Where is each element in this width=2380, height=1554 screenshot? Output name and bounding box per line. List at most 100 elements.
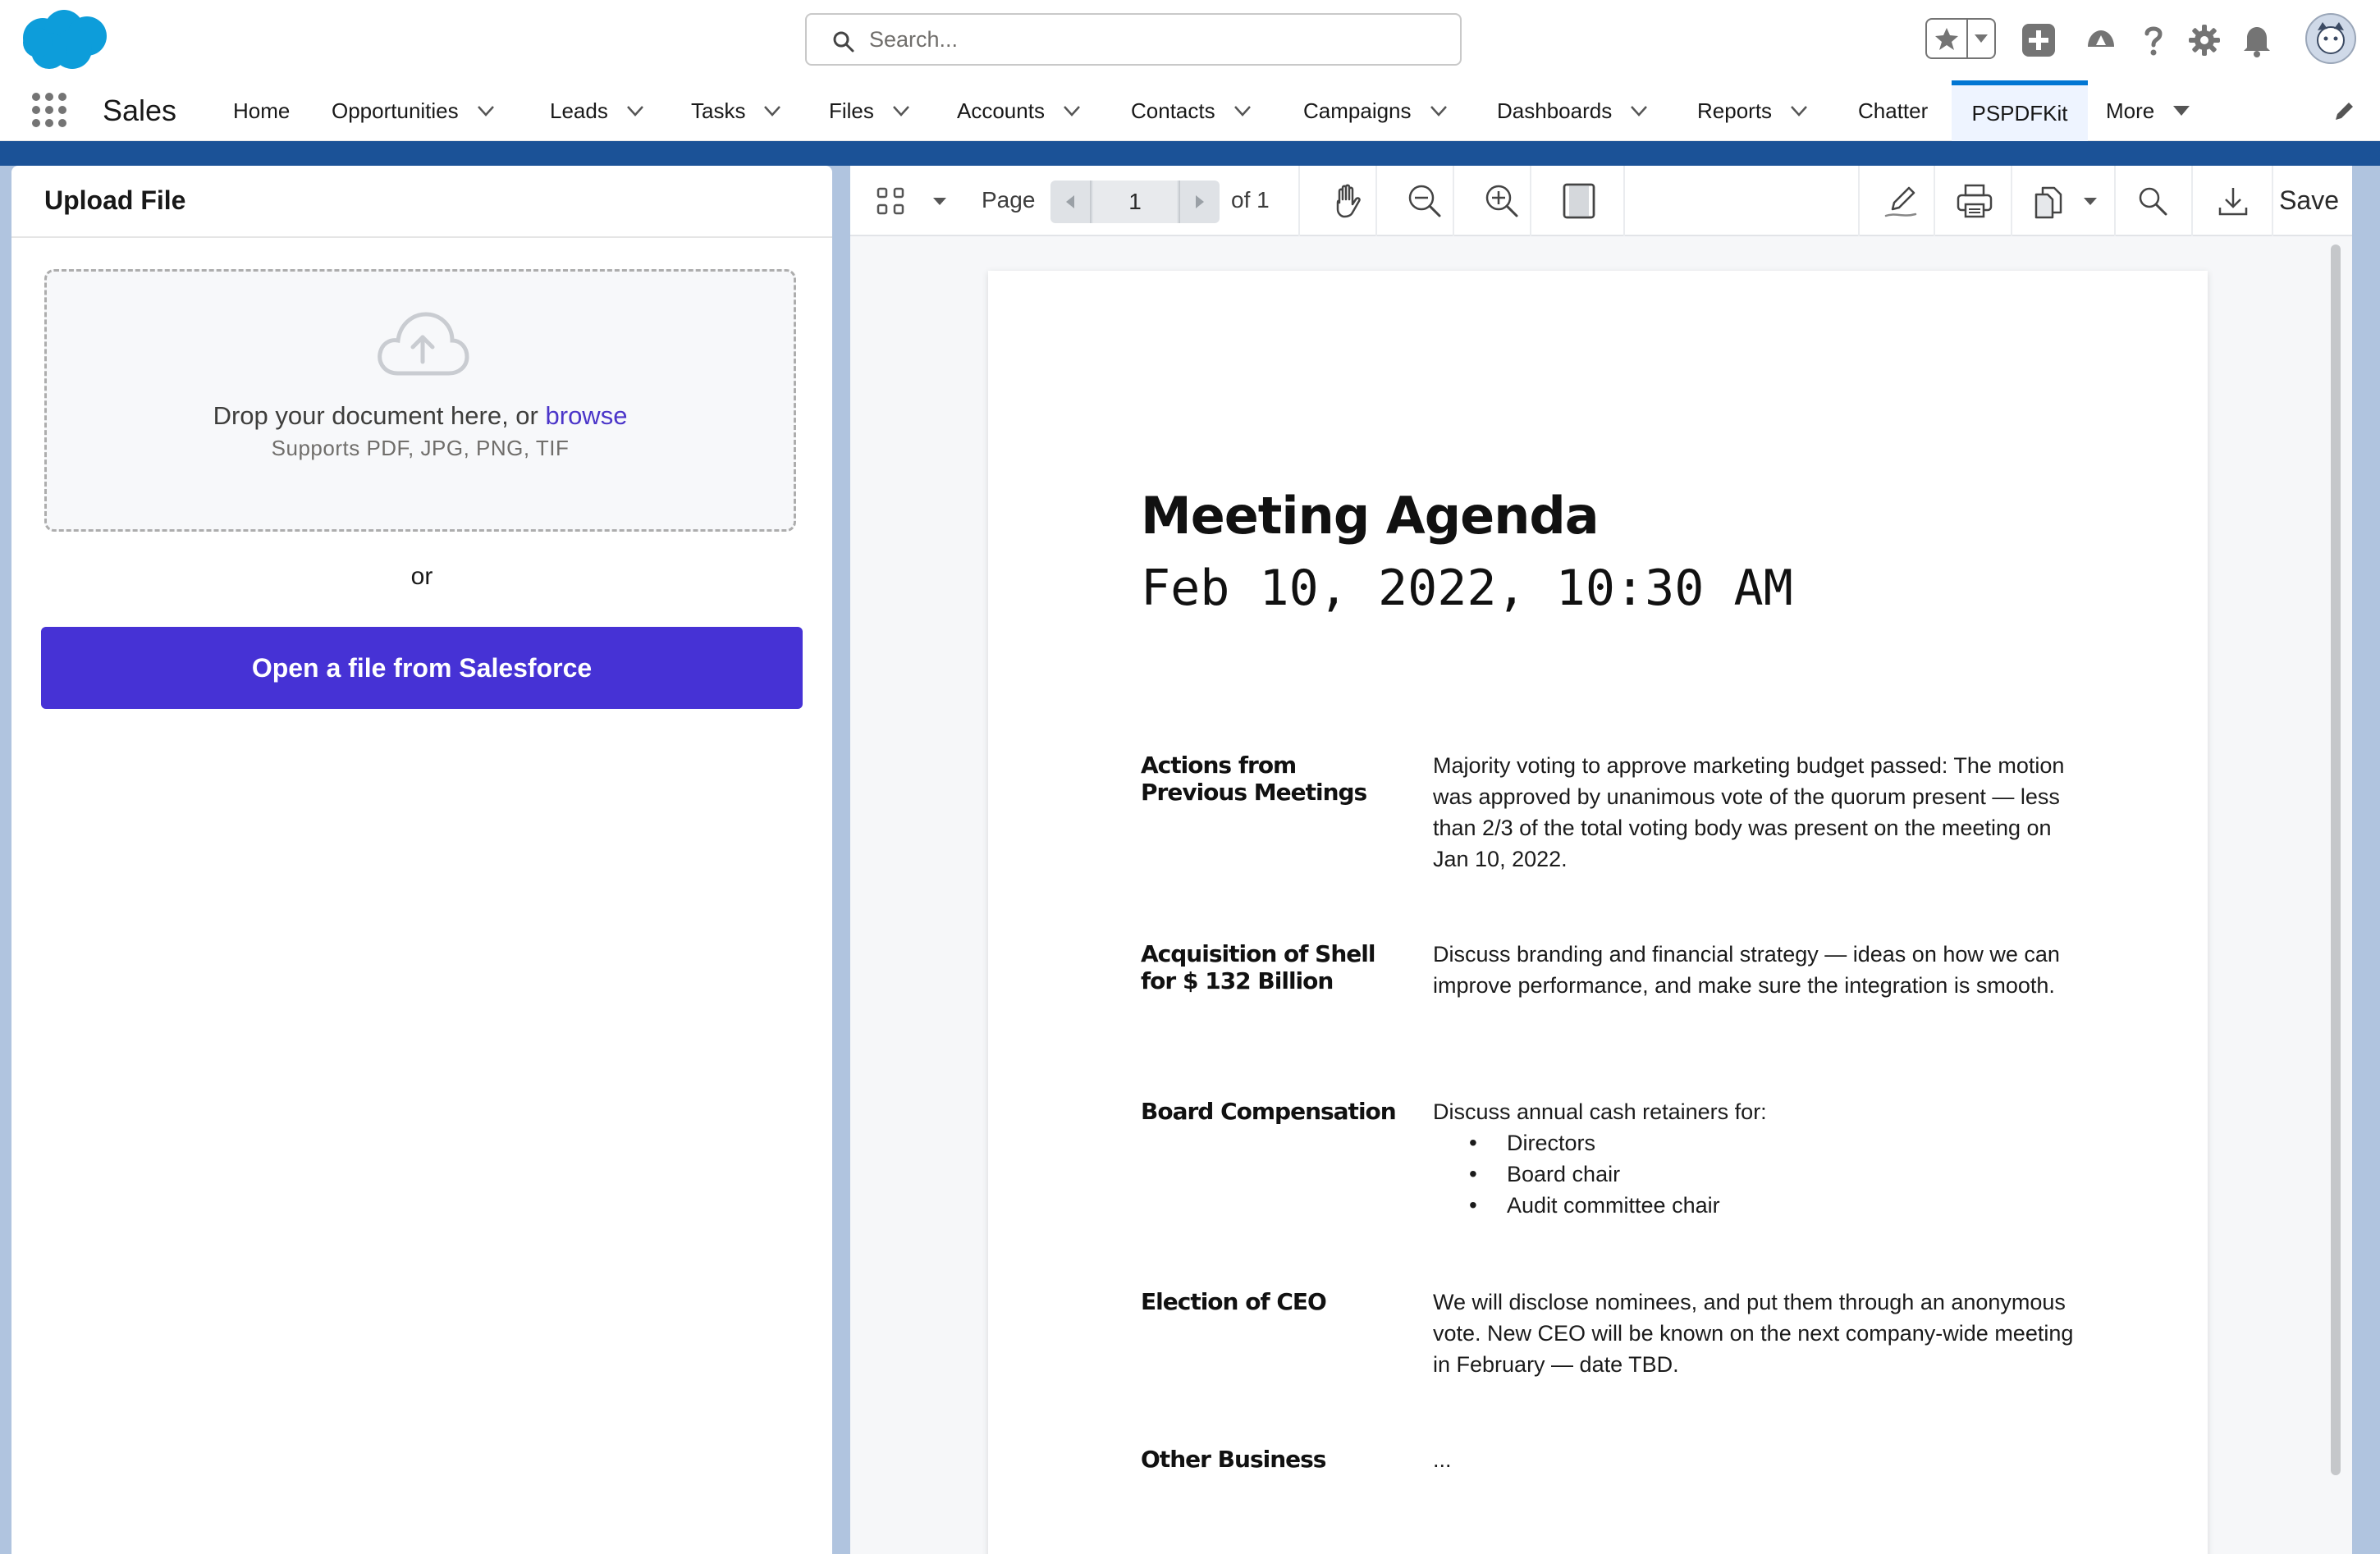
upload-panel: Upload File Drop your document here, or …	[11, 166, 832, 1554]
or-separator: or	[410, 563, 433, 590]
brand-band	[0, 141, 2380, 166]
thumbnails-grid-icon[interactable]	[870, 166, 911, 236]
save-button[interactable]: Save	[2279, 185, 2339, 216]
pan-hand-icon[interactable]	[1315, 166, 1380, 236]
page-layout-icon[interactable]	[1546, 166, 1612, 236]
panel-title: Upload File	[44, 185, 186, 215]
chevron-down-icon[interactable]	[1788, 100, 1810, 121]
divider	[11, 236, 832, 238]
agenda-item-text: ...	[1433, 1447, 1452, 1472]
list-item: Audit committee chair	[1433, 1190, 2081, 1221]
document-title: Meeting Agenda	[1141, 486, 1600, 546]
nav-item-accounts[interactable]: Accounts	[957, 80, 1082, 141]
zoom-out-icon[interactable]	[1392, 166, 1458, 236]
document-editor-icon[interactable]	[2019, 166, 2076, 236]
nav-item-campaigns[interactable]: Campaigns	[1303, 80, 1449, 141]
notifications-bell-icon[interactable]	[2232, 11, 2282, 69]
pdf-page: Meeting Agenda Feb 10, 2022, 10:30 AM Ac…	[988, 271, 2208, 1554]
global-search[interactable]	[805, 13, 1462, 66]
chevron-down-icon[interactable]	[1061, 100, 1082, 121]
chevron-down-icon[interactable]	[762, 100, 783, 121]
app-nav-bar: Sales Home Opportunities Leads Tasks Fil…	[0, 80, 2380, 141]
salesforce-logo-icon[interactable]	[15, 5, 113, 74]
supported-formats: Supports PDF, JPG, PNG, TIF	[271, 436, 570, 460]
annotate-pen-icon[interactable]	[1868, 166, 1934, 236]
chevron-down-icon[interactable]	[475, 100, 497, 121]
sidebar-dropdown-icon[interactable]	[927, 166, 952, 236]
user-avatar[interactable]	[2303, 10, 2359, 67]
page-label: Page	[982, 187, 1036, 213]
setup-gear-icon[interactable]	[2180, 11, 2229, 69]
caret-down-icon[interactable]	[2171, 100, 2192, 121]
app-launcher-icon[interactable]	[30, 90, 69, 130]
chevron-down-icon[interactable]	[890, 100, 912, 121]
nav-item-tasks[interactable]: Tasks	[691, 80, 783, 141]
agenda-item-intro: Discuss annual cash retainers for:	[1433, 1099, 1767, 1124]
toolbar-separator	[2114, 166, 2116, 236]
trailhead-icon[interactable]	[2076, 11, 2126, 69]
previous-page-icon[interactable]	[1050, 181, 1092, 223]
search-document-icon[interactable]	[2124, 166, 2181, 236]
chevron-down-icon[interactable]	[1428, 100, 1449, 121]
app-name: Sales	[103, 94, 177, 127]
nav-item-label: Accounts	[957, 98, 1045, 123]
nav-item-more[interactable]: More	[2106, 80, 2192, 141]
nav-item-files[interactable]: Files	[829, 80, 912, 141]
page-count: of 1	[1231, 187, 1270, 213]
nav-item-label: Files	[829, 98, 874, 123]
favorites-group	[1925, 18, 1996, 59]
viewer-scrollbar[interactable]	[2331, 245, 2341, 1475]
nav-item-label: Chatter	[1858, 98, 1929, 123]
browse-link[interactable]: browse	[546, 401, 628, 430]
nav-item-dashboards[interactable]: Dashboards	[1497, 80, 1650, 141]
file-dropzone[interactable]: Drop your document here, or browse Suppo…	[44, 269, 796, 532]
next-page-icon[interactable]	[1179, 181, 1220, 223]
nav-item-label: More	[2106, 98, 2155, 123]
list-item: Board chair	[1433, 1159, 2081, 1190]
document-editor-dropdown-icon[interactable]	[2078, 166, 2103, 236]
nav-item-home[interactable]: Home	[233, 80, 290, 141]
agenda-item-label: Board Compensation	[1141, 1098, 1397, 1125]
open-salesforce-file-button[interactable]: Open a file from Salesforce	[41, 627, 803, 709]
favorites-dropdown-icon[interactable]	[1968, 20, 1994, 57]
toolbar-separator	[2191, 166, 2193, 236]
current-page-input[interactable]: 1	[1093, 181, 1177, 223]
zoom-in-icon[interactable]	[1469, 166, 1535, 236]
edit-nav-pencil-icon[interactable]	[2332, 98, 2357, 123]
page-navigator: 1	[1050, 181, 1220, 223]
download-icon[interactable]	[2204, 166, 2262, 236]
pdf-viewer: Page 1 of 1 Save Meeting Agenda Feb 10, …	[850, 166, 2352, 1554]
document-date: Feb 10, 2022, 10:30 AM	[1141, 560, 1793, 617]
nav-item-opportunities[interactable]: Opportunities	[332, 80, 497, 141]
nav-item-label: Dashboards	[1497, 98, 1613, 123]
nav-item-label: Campaigns	[1303, 98, 1412, 123]
drop-instruction: Drop your document here, or browse	[47, 401, 794, 431]
agenda-item-text: We will disclose nominees, and put them …	[1433, 1290, 2074, 1377]
nav-item-chatter[interactable]: Chatter	[1858, 80, 1928, 141]
agenda-item-label: Other Business	[1141, 1446, 1326, 1473]
toolbar-separator	[1623, 166, 1625, 236]
search-input[interactable]	[869, 21, 1444, 57]
favorites-star-icon[interactable]	[1927, 20, 1968, 57]
agenda-item-text: Discuss branding and financial strategy …	[1433, 942, 2060, 998]
toolbar-separator	[1375, 166, 1377, 236]
drop-text: Drop your document here, or	[213, 401, 546, 430]
nav-item-label: Leads	[550, 98, 608, 123]
help-icon[interactable]	[2129, 11, 2178, 69]
nav-item-label: Tasks	[691, 98, 746, 123]
chevron-down-icon[interactable]	[1628, 100, 1650, 121]
nav-item-leads[interactable]: Leads	[550, 80, 646, 141]
nav-item-label: Home	[233, 98, 291, 123]
agenda-item-label: Acquisition of Shell for $ 132 Billion	[1141, 940, 1375, 994]
cloud-upload-icon	[378, 312, 469, 376]
nav-item-contacts[interactable]: Contacts	[1131, 80, 1253, 141]
print-icon[interactable]	[1942, 166, 2007, 236]
nav-item-label: Reports	[1697, 98, 1773, 123]
global-actions-plus-icon[interactable]	[2014, 11, 2063, 69]
agenda-item-text: Discuss annual cash retainers for: Direc…	[1433, 1096, 2081, 1221]
nav-item-pspdfkit[interactable]: PSPDFKit	[1952, 80, 2088, 141]
viewer-toolbar: Page 1 of 1 Save	[850, 166, 2352, 236]
chevron-down-icon[interactable]	[625, 100, 646, 121]
nav-item-reports[interactable]: Reports	[1697, 80, 1810, 141]
chevron-down-icon[interactable]	[1232, 100, 1253, 121]
